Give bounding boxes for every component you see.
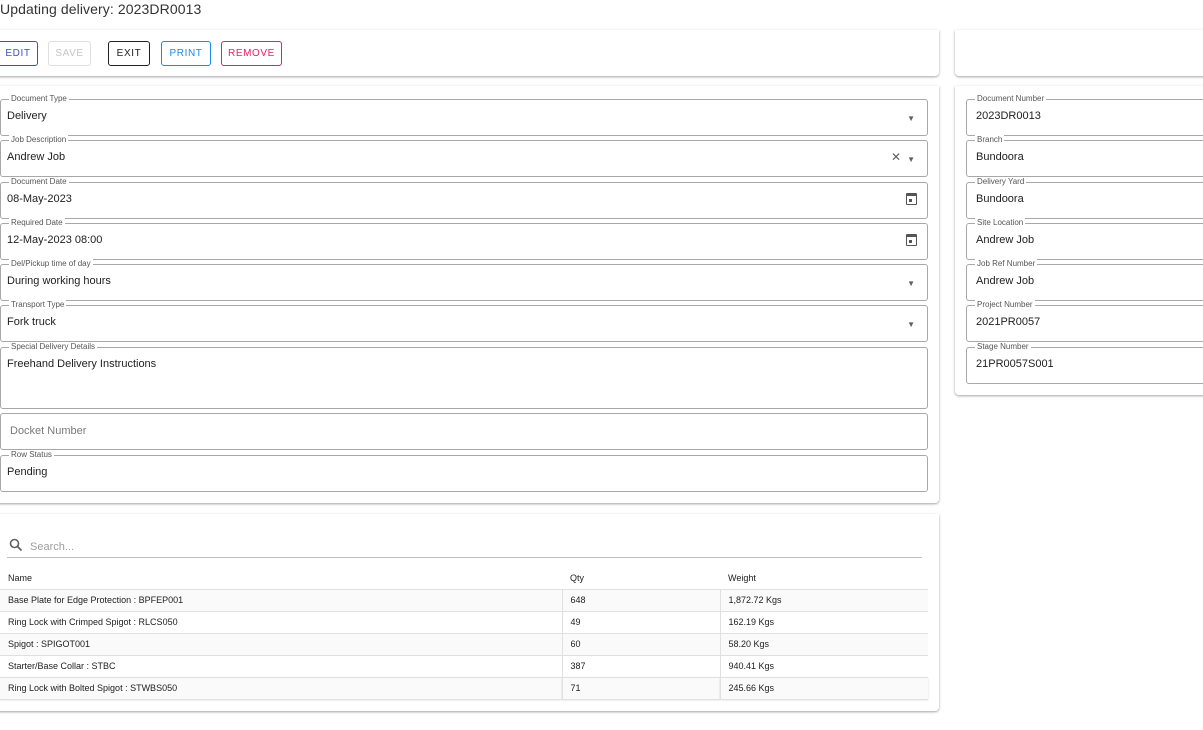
- delivery-yard-value: Bundoora: [976, 193, 1024, 205]
- delivery-yard-field[interactable]: Delivery Yard Bundoora: [966, 177, 1203, 219]
- cell-qty: 60: [561, 633, 720, 656]
- branch-field[interactable]: Branch Bundoora: [966, 135, 1203, 177]
- table-header-row: Name Qty Weight: [0, 567, 928, 590]
- cell-weight: 162.19 Kgs: [719, 611, 928, 634]
- table-row[interactable]: Starter/Base Collar : STBC 387 940.41 Kg…: [0, 655, 928, 678]
- transport-type-label: Transport Type: [9, 300, 67, 310]
- branch-value: Bundoora: [976, 151, 1024, 163]
- document-number-value: 2023DR0013: [976, 110, 1041, 122]
- required-date-field[interactable]: Required Date 12-May-2023 08:00: [0, 218, 928, 260]
- stage-number-value: 21PR0057S001: [976, 358, 1054, 370]
- chevron-down-icon[interactable]: ▼: [907, 319, 915, 331]
- table-row[interactable]: Spigot : SPIGOT001 60 58.20 Kgs: [0, 633, 928, 656]
- required-date-value: 12-May-2023 08:00: [7, 234, 103, 246]
- print-button[interactable]: PRINT: [161, 41, 211, 66]
- items-table-card: Search... Name Qty Weight Base Plate for…: [0, 514, 939, 711]
- job-ref-number-label: Job Ref Number: [975, 259, 1038, 269]
- project-number-value: 2021PR0057: [976, 316, 1041, 328]
- branch-label: Branch: [975, 135, 1005, 145]
- exit-button[interactable]: EXIT: [108, 41, 150, 66]
- chevron-down-icon[interactable]: ▼: [907, 278, 915, 290]
- special-delivery-details-value: Freehand Delivery Instructions: [7, 358, 157, 370]
- document-number-field[interactable]: Document Number 2023DR0013: [966, 94, 1203, 136]
- delivery-form: Document Type Delivery ▼ Job Description…: [0, 86, 939, 503]
- document-type-select[interactable]: Document Type Delivery ▼: [0, 94, 928, 136]
- cell-qty: 71: [561, 677, 720, 700]
- site-location-field[interactable]: Site Location Andrew Job: [966, 218, 1203, 260]
- cell-weight: 58.20 Kgs: [719, 633, 928, 656]
- cell-name: Ring Lock with Bolted Spigot : STWBS050: [0, 677, 562, 700]
- cell-name: Base Plate for Edge Protection : BPFEP00…: [0, 589, 562, 612]
- column-header-name[interactable]: Name: [0, 567, 562, 590]
- special-delivery-details-textarea[interactable]: Special Delivery Details Freehand Delive…: [0, 342, 928, 409]
- column-header-weight[interactable]: Weight: [720, 567, 928, 590]
- chevron-down-icon[interactable]: ▼: [907, 154, 915, 166]
- transport-type-value: Fork truck: [7, 316, 56, 328]
- pickup-time-value: During working hours: [7, 275, 111, 287]
- cell-qty: 387: [561, 655, 720, 678]
- project-number-label: Project Number: [975, 300, 1035, 310]
- search-placeholder: Search...: [30, 541, 75, 553]
- document-date-value: 08-May-2023: [7, 193, 72, 205]
- job-ref-number-value: Andrew Job: [976, 275, 1035, 287]
- column-header-qty[interactable]: Qty: [562, 567, 720, 590]
- chevron-down-icon[interactable]: ▼: [907, 113, 915, 125]
- cell-name: Spigot : SPIGOT001: [0, 633, 562, 656]
- table-row[interactable]: Ring Lock with Crimped Spigot : RLCS050 …: [0, 611, 928, 634]
- cell-qty: 648: [561, 589, 720, 612]
- edit-button[interactable]: EDIT: [0, 41, 38, 66]
- row-status-label: Row Status: [9, 450, 54, 460]
- special-delivery-details-label: Special Delivery Details: [9, 342, 98, 352]
- stage-number-field[interactable]: Stage Number 21PR0057S001: [966, 342, 1203, 384]
- document-date-label: Document Date: [9, 177, 69, 187]
- toolbar: EDIT SAVE EXIT PRINT REMOVE: [0, 30, 939, 76]
- stage-number-label: Stage Number: [975, 342, 1031, 352]
- row-status-field[interactable]: Row Status Pending: [0, 450, 928, 492]
- site-location-value: Andrew Job: [976, 234, 1035, 246]
- table-row[interactable]: Ring Lock with Bolted Spigot : STWBS050 …: [0, 677, 928, 700]
- cell-weight: 245.66 Kgs: [719, 677, 928, 700]
- search-input[interactable]: Search...: [7, 536, 922, 558]
- cell-qty: 49: [561, 611, 720, 634]
- docket-number-input[interactable]: Docket Number: [0, 413, 928, 450]
- pickup-time-select[interactable]: Del/Pickup time of day During working ho…: [0, 259, 928, 301]
- save-button[interactable]: SAVE: [48, 41, 91, 66]
- site-location-label: Site Location: [975, 218, 1026, 228]
- document-info-panel: Document Number 2023DR0013 Branch Bundoo…: [955, 86, 1203, 395]
- toolbar-side-panel: [955, 30, 1203, 76]
- job-description-value: Andrew Job: [7, 151, 66, 163]
- document-number-label: Document Number: [975, 94, 1047, 104]
- document-date-field[interactable]: Document Date 08-May-2023: [0, 177, 928, 219]
- row-status-value: Pending: [7, 466, 48, 478]
- search-icon: [9, 538, 23, 552]
- job-ref-number-field[interactable]: Job Ref Number Andrew Job: [966, 259, 1203, 301]
- transport-type-select[interactable]: Transport Type Fork truck ▼: [0, 300, 928, 342]
- table-row[interactable]: Base Plate for Edge Protection : BPFEP00…: [0, 589, 928, 612]
- calendar-icon[interactable]: [906, 193, 917, 205]
- project-number-field[interactable]: Project Number 2021PR0057: [966, 300, 1203, 342]
- cell-name: Starter/Base Collar : STBC: [0, 655, 562, 678]
- document-type-value: Delivery: [7, 110, 47, 122]
- calendar-icon[interactable]: [906, 234, 917, 246]
- docket-number-placeholder: Docket Number: [10, 425, 87, 437]
- job-description-select[interactable]: Job Description Andrew Job ✕ ▼: [0, 135, 928, 177]
- page-title: Updating delivery: 2023DR0013: [0, 1, 202, 17]
- required-date-label: Required Date: [9, 218, 65, 228]
- document-type-label: Document Type: [9, 94, 69, 104]
- items-table: Name Qty Weight Base Plate for Edge Prot…: [0, 567, 928, 700]
- job-description-label: Job Description: [9, 135, 69, 145]
- delivery-yard-label: Delivery Yard: [975, 177, 1027, 187]
- cell-weight: 940.41 Kgs: [719, 655, 928, 678]
- cell-weight: 1,872.72 Kgs: [719, 589, 928, 612]
- remove-button[interactable]: REMOVE: [221, 41, 282, 66]
- close-icon[interactable]: ✕: [891, 151, 901, 163]
- cell-name: Ring Lock with Crimped Spigot : RLCS050: [0, 611, 562, 634]
- pickup-time-label: Del/Pickup time of day: [9, 259, 93, 269]
